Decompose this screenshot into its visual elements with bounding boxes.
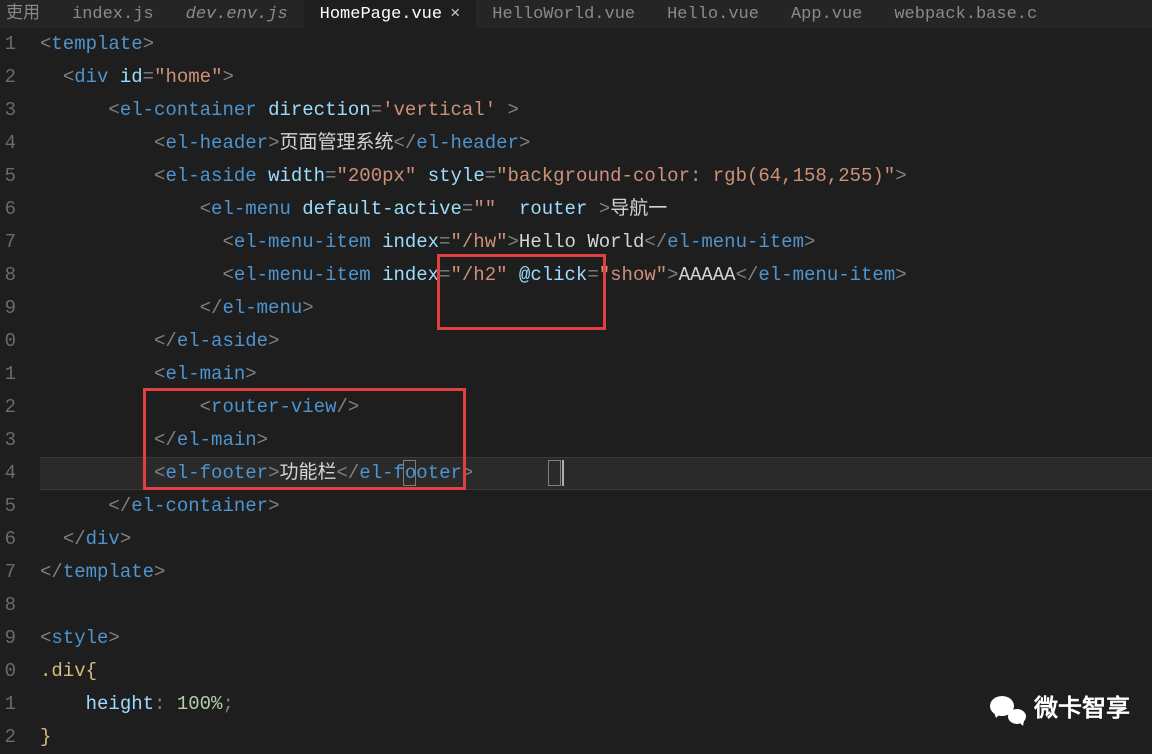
tab-label: index.js [72,0,154,28]
code-line: </el-main> [40,424,1152,457]
tab-index-js[interactable]: index.js [56,0,170,28]
tab-homepage-vue[interactable]: HomePage.vue × [304,0,477,28]
tab-dev-env-js[interactable]: dev.env.js [170,0,304,28]
code-line: <el-menu-item index="/h2" @click="show">… [40,259,1152,292]
code-line: <el-header>页面管理系统</el-header> [40,127,1152,160]
tab-webpack-base[interactable]: webpack.base.c [878,0,1053,28]
tab-helloworld-vue[interactable]: HelloWorld.vue [476,0,651,28]
code-line: <el-aside width="200px" style="backgroun… [40,160,1152,193]
tab-label: webpack.base.c [894,0,1037,28]
code-line: <el-menu-item index="/hw">Hello World</e… [40,226,1152,259]
tab-label: HelloWorld.vue [492,0,635,28]
code-line: </div> [40,523,1152,556]
tab-partial[interactable]: 吏用 [0,0,56,28]
code-line: <el-menu default-active="" router >导航一 [40,193,1152,226]
code-line: <el-container direction='vertical' > [40,94,1152,127]
code-line: <router-view/> [40,391,1152,424]
tab-label: Hello.vue [667,0,759,28]
code-line: height: 100%; [40,688,1152,721]
close-icon[interactable]: × [450,0,460,28]
code-line: } [40,721,1152,754]
code-line: <div id="home"> [40,61,1152,94]
code-line: .div{ [40,655,1152,688]
tab-label: App.vue [791,0,862,28]
editor-tabbar: 吏用 index.js dev.env.js HomePage.vue × He… [0,0,1152,28]
code-line: </el-menu> [40,292,1152,325]
tab-hello-vue[interactable]: Hello.vue [651,0,775,28]
code-editor[interactable]: 123 456 789 012 345 678 901 2 <template>… [0,28,1152,754]
code-line [40,589,1152,622]
tab-label: 吏用 [6,0,40,28]
code-line: </template> [40,556,1152,589]
tab-label: HomePage.vue [320,0,442,28]
code-line: <el-main> [40,358,1152,391]
code-line: <style> [40,622,1152,655]
line-number-gutter: 123 456 789 012 345 678 901 2 [0,28,18,754]
code-line: </el-container> [40,490,1152,523]
tab-label: dev.env.js [186,0,288,28]
code-area[interactable]: <template> <div id="home"> <el-container… [18,28,1152,754]
code-line: </el-aside> [40,325,1152,358]
code-line-current: <el-footer>功能栏</el-footer> [40,457,1152,490]
tab-app-vue[interactable]: App.vue [775,0,878,28]
code-line: <template> [40,28,1152,61]
